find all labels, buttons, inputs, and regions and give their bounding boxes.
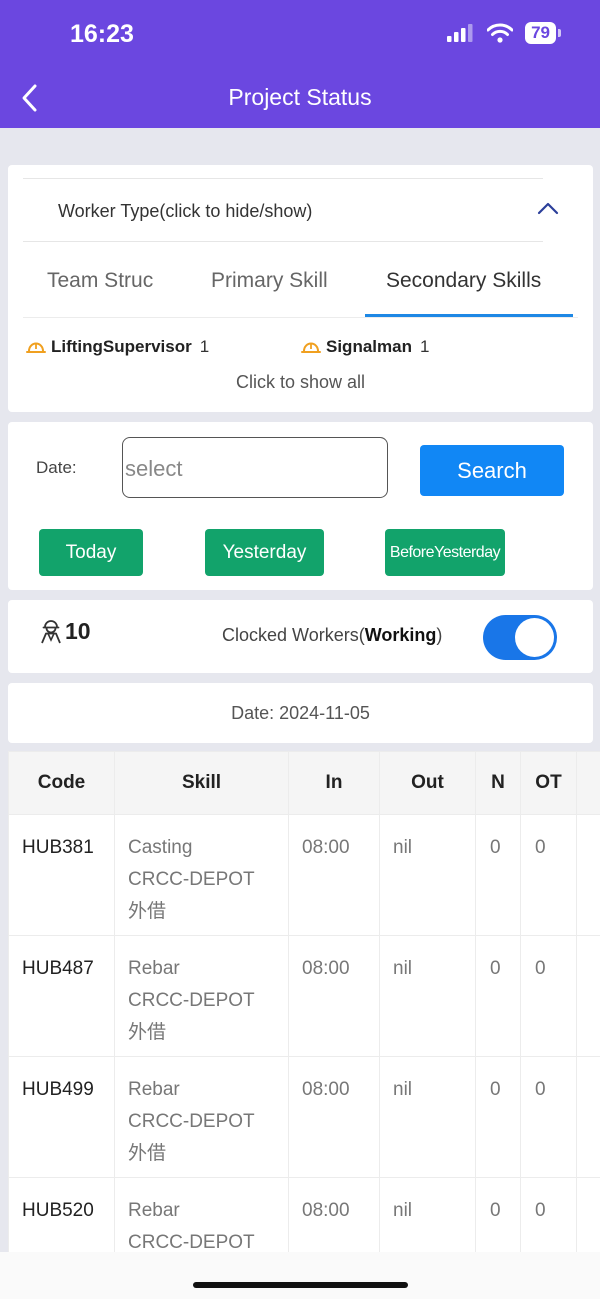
- col-header-code[interactable]: Code: [8, 751, 115, 815]
- helmet-icon: [301, 342, 321, 353]
- skill-type: Rebar: [128, 1079, 180, 1100]
- cell-in: 08:00: [288, 1056, 380, 1178]
- cell-ot: 0: [520, 1177, 577, 1252]
- clocked-prefix: Clocked Workers(: [222, 625, 365, 645]
- worker-count: 10: [65, 618, 91, 644]
- date-filter-card: Date: select Search Today Yesterday Befo…: [8, 422, 593, 590]
- cell-code: HUB487: [8, 935, 115, 1057]
- cell-skill: Casting CRCC-DEPOT 外借: [114, 814, 289, 936]
- skill-team: CRCC-DEPOT: [128, 1111, 255, 1132]
- skill-tabs: Team Struc Primary Skill Secondary Skill…: [23, 255, 578, 319]
- worker-type-card: Worker Type(click to hide/show) Team Str…: [8, 165, 593, 412]
- today-button[interactable]: Today: [39, 529, 143, 576]
- page-title: Project Status: [228, 84, 372, 110]
- clocked-workers-label: Clocked Workers(Working): [222, 625, 442, 646]
- cell-n: 0: [475, 935, 521, 1057]
- col-header-skill[interactable]: Skill: [114, 751, 289, 815]
- cell-skill: Rebar CRCC-DEPOT 外借: [114, 1056, 289, 1178]
- table-row[interactable]: HUB520 Rebar CRCC-DEPOT 08:00 nil 0 0: [8, 1177, 600, 1252]
- tab-secondary-skills[interactable]: Secondary Skills: [386, 269, 541, 293]
- chevron-up-icon[interactable]: [536, 200, 560, 216]
- cell-out: nil: [379, 935, 476, 1057]
- col-header-in[interactable]: In: [288, 751, 380, 815]
- selected-date: Date: 2024-11-05: [231, 703, 370, 723]
- working-toggle[interactable]: [483, 615, 557, 660]
- cell-skill: Rebar CRCC-DEPOT: [114, 1177, 289, 1252]
- cell-ot: 0: [520, 814, 577, 936]
- cell-code: HUB499: [8, 1056, 115, 1178]
- skill-type: Rebar: [128, 1200, 180, 1221]
- home-indicator-area: [0, 1252, 600, 1299]
- table-header-row: Code Skill In Out N OT: [8, 751, 600, 815]
- col-header-ot[interactable]: OT: [520, 751, 577, 815]
- cell-more: [576, 1056, 600, 1178]
- show-all-link[interactable]: Click to show all: [8, 372, 593, 393]
- before-yesterday-button[interactable]: BeforeYesterday: [385, 529, 505, 576]
- col-header-out[interactable]: Out: [379, 751, 476, 815]
- date-label: Date:: [36, 458, 77, 477]
- cell-more: [576, 1177, 600, 1252]
- cell-ot: 0: [520, 1056, 577, 1178]
- worker-type-toggle-row[interactable]: Worker Type(click to hide/show): [23, 178, 543, 242]
- table-row[interactable]: HUB499 Rebar CRCC-DEPOT 外借 08:00 nil 0 0: [8, 1056, 600, 1178]
- clocked-suffix: ): [436, 625, 443, 645]
- skill-note: 外借: [128, 1022, 167, 1043]
- tab-team-struc[interactable]: Team Struc: [47, 269, 153, 293]
- status-time: 16:23: [70, 20, 134, 48]
- app-header: 16:23 79 Project Status: [0, 0, 600, 128]
- cell-skill: Rebar CRCC-DEPOT 外借: [114, 935, 289, 1057]
- toggle-knob: [515, 618, 554, 657]
- battery-indicator: 79: [525, 22, 561, 44]
- cell-out: nil: [379, 814, 476, 936]
- date-input[interactable]: select: [122, 437, 388, 498]
- skill-team: CRCC-DEPOT: [128, 1232, 255, 1252]
- skill-type: Rebar: [128, 958, 180, 979]
- cell-out: nil: [379, 1056, 476, 1178]
- yesterday-button[interactable]: Yesterday: [205, 529, 324, 576]
- skill-type: Casting: [128, 837, 193, 858]
- skill-team: CRCC-DEPOT: [128, 990, 255, 1011]
- skill-team: CRCC-DEPOT: [128, 869, 255, 890]
- skill-note: 外借: [128, 1143, 167, 1164]
- cell-in: 08:00: [288, 935, 380, 1057]
- selected-date-card: Date: 2024-11-05: [8, 683, 593, 743]
- cell-n: 0: [475, 1056, 521, 1178]
- table-row[interactable]: HUB487 Rebar CRCC-DEPOT 外借 08:00 nil 0 0: [8, 935, 600, 1057]
- worker-summary-card: 10 Clocked Workers(Working): [8, 600, 593, 673]
- skill-name: Signalman: [326, 337, 412, 356]
- cell-in: 08:00: [288, 1177, 380, 1252]
- skill-item-signalman[interactable]: Signalman 1: [301, 337, 429, 357]
- cell-more: [576, 935, 600, 1057]
- cell-code: HUB381: [8, 814, 115, 936]
- skill-name: LiftingSupervisor: [51, 337, 192, 356]
- skill-item-lifting-supervisor[interactable]: LiftingSupervisor 1: [26, 337, 209, 357]
- cell-more: [576, 814, 600, 936]
- helmet-icon: [26, 342, 46, 353]
- cell-n: 0: [475, 814, 521, 936]
- table-row[interactable]: HUB381 Casting CRCC-DEPOT 外借 08:00 nil 0 0: [8, 814, 600, 936]
- clocked-status: Working: [364, 625, 437, 645]
- signal-icon: [447, 24, 473, 42]
- cell-n: 0: [475, 1177, 521, 1252]
- search-button[interactable]: Search: [420, 445, 564, 496]
- cell-code: HUB520: [8, 1177, 115, 1252]
- tabs-divider: [23, 317, 578, 318]
- cell-in: 08:00: [288, 814, 380, 936]
- status-icons: 79: [447, 22, 561, 44]
- cell-ot: 0: [520, 935, 577, 1057]
- worker-type-label: Worker Type(click to hide/show): [58, 201, 313, 221]
- attendance-table[interactable]: Code Skill In Out N OT HUB381 Casting CRCC…: [8, 751, 600, 1252]
- worker-icon: [41, 620, 61, 644]
- skill-note: 外借: [128, 901, 167, 922]
- col-header-n[interactable]: N: [475, 751, 521, 815]
- cell-out: nil: [379, 1177, 476, 1252]
- home-indicator[interactable]: [193, 1282, 408, 1288]
- skill-count: 1: [199, 337, 210, 356]
- col-header-more: [576, 751, 600, 815]
- wifi-icon: [487, 23, 514, 43]
- skill-count: 1: [419, 337, 430, 356]
- tab-primary-skill[interactable]: Primary Skill: [211, 269, 328, 293]
